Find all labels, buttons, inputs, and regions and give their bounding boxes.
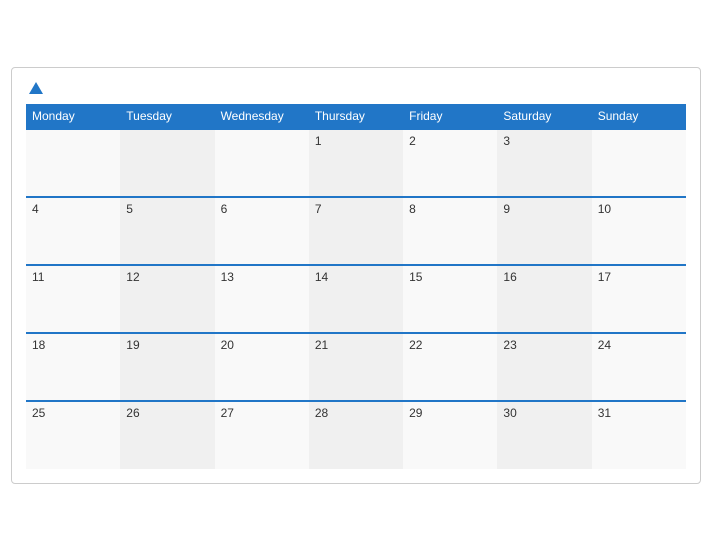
calendar-day-cell: 16 [497,265,591,333]
calendar-day-cell: 18 [26,333,120,401]
calendar-day-cell: 1 [309,129,403,197]
calendar-day-cell: 27 [215,401,309,469]
day-number: 9 [503,202,510,216]
day-number: 27 [221,406,234,420]
day-number: 1 [315,134,322,148]
day-number: 16 [503,270,516,284]
day-number: 7 [315,202,322,216]
calendar-day-cell [120,129,214,197]
calendar-grid: MondayTuesdayWednesdayThursdayFridaySatu… [26,104,686,469]
calendar-day-cell: 20 [215,333,309,401]
calendar-day-cell: 23 [497,333,591,401]
calendar-day-cell: 14 [309,265,403,333]
calendar-day-cell: 11 [26,265,120,333]
calendar-day-cell: 7 [309,197,403,265]
day-number: 22 [409,338,422,352]
calendar-day-cell: 17 [592,265,686,333]
day-number: 30 [503,406,516,420]
day-number: 19 [126,338,139,352]
calendar-day-cell: 21 [309,333,403,401]
weekday-header-saturday: Saturday [497,104,591,129]
weekday-header-tuesday: Tuesday [120,104,214,129]
day-number: 26 [126,406,139,420]
day-number: 15 [409,270,422,284]
calendar-week-row: 18 19 20 21 22 23 24 [26,333,686,401]
weekday-header-thursday: Thursday [309,104,403,129]
day-number: 5 [126,202,133,216]
day-number: 2 [409,134,416,148]
weekday-header-sunday: Sunday [592,104,686,129]
day-number: 12 [126,270,139,284]
day-number: 20 [221,338,234,352]
day-number: 14 [315,270,328,284]
calendar-day-cell: 22 [403,333,497,401]
day-number: 6 [221,202,228,216]
day-number: 4 [32,202,39,216]
calendar-week-row: 1 2 3 [26,129,686,197]
calendar-day-cell: 13 [215,265,309,333]
calendar-day-cell: 24 [592,333,686,401]
calendar-day-cell [215,129,309,197]
calendar-day-cell: 31 [592,401,686,469]
day-number: 29 [409,406,422,420]
calendar-day-cell: 9 [497,197,591,265]
calendar-day-cell: 10 [592,197,686,265]
day-number: 13 [221,270,234,284]
calendar-day-cell: 8 [403,197,497,265]
day-number: 11 [32,270,44,284]
calendar-day-cell: 6 [215,197,309,265]
day-number: 8 [409,202,416,216]
calendar-day-cell [26,129,120,197]
calendar-day-cell: 25 [26,401,120,469]
weekday-header-monday: Monday [26,104,120,129]
day-number: 31 [598,406,611,420]
weekday-header-wednesday: Wednesday [215,104,309,129]
calendar-week-row: 4 5 6 7 8 9 10 [26,197,686,265]
logo [26,82,43,92]
calendar-day-cell: 2 [403,129,497,197]
calendar-day-cell: 30 [497,401,591,469]
calendar-day-cell: 12 [120,265,214,333]
day-number: 3 [503,134,510,148]
day-number: 25 [32,406,45,420]
day-number: 28 [315,406,328,420]
calendar-day-cell: 29 [403,401,497,469]
calendar-header [26,78,686,96]
calendar-week-row: 25 26 27 28 29 30 31 [26,401,686,469]
calendar-day-cell: 19 [120,333,214,401]
calendar-day-cell: 4 [26,197,120,265]
day-number: 17 [598,270,611,284]
weekday-header-friday: Friday [403,104,497,129]
day-number: 21 [315,338,328,352]
calendar-day-cell: 5 [120,197,214,265]
logo-triangle-icon [29,82,43,94]
calendar-week-row: 11 12 13 14 15 16 17 [26,265,686,333]
day-number: 23 [503,338,516,352]
calendar-container: MondayTuesdayWednesdayThursdayFridaySatu… [11,67,701,484]
day-number: 18 [32,338,45,352]
calendar-day-cell: 28 [309,401,403,469]
day-number: 24 [598,338,611,352]
day-number: 10 [598,202,611,216]
calendar-day-cell [592,129,686,197]
calendar-day-cell: 26 [120,401,214,469]
weekday-header-row: MondayTuesdayWednesdayThursdayFridaySatu… [26,104,686,129]
calendar-day-cell: 15 [403,265,497,333]
calendar-day-cell: 3 [497,129,591,197]
